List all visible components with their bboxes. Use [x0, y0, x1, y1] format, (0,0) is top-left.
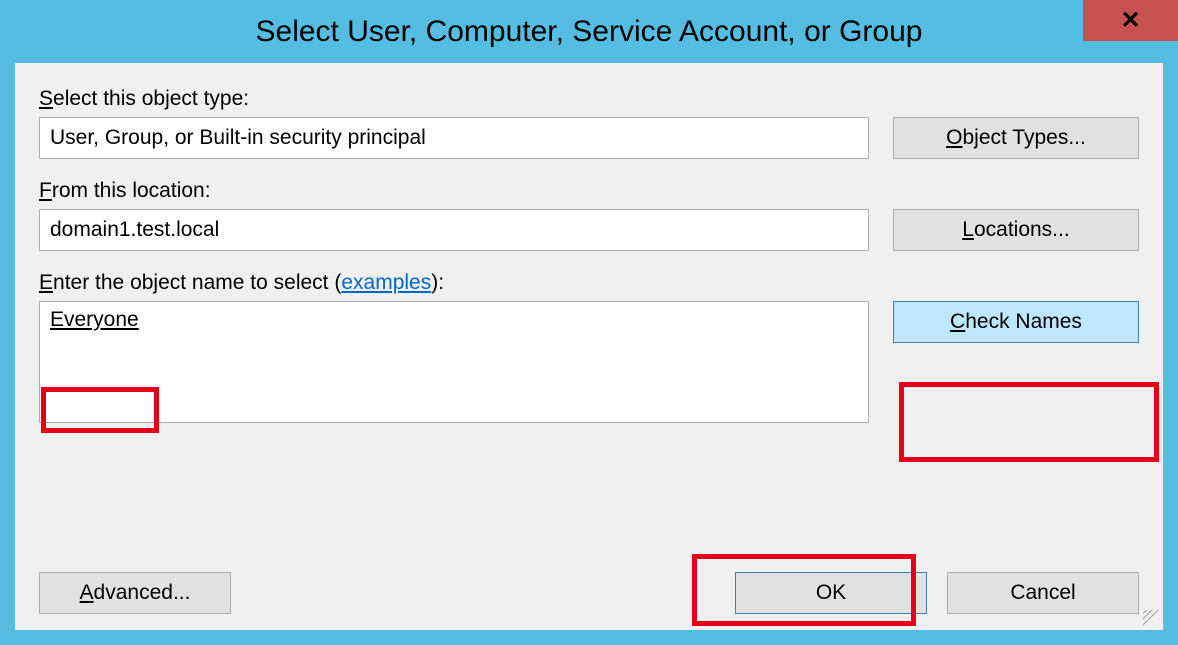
- object-type-field: User, Group, or Built-in security princi…: [39, 117, 869, 159]
- check-names-button[interactable]: Check Names: [893, 301, 1139, 343]
- close-button[interactable]: ✕: [1083, 0, 1178, 41]
- resolved-object-name: Everyone: [50, 308, 139, 331]
- close-icon: ✕: [1120, 6, 1140, 35]
- advanced-button[interactable]: Advanced...: [39, 572, 231, 614]
- location-field: domain1.test.local: [39, 209, 869, 251]
- object-type-value: User, Group, or Built-in security princi…: [50, 126, 426, 150]
- location-label: From this location:: [39, 179, 1139, 203]
- locations-button[interactable]: Locations...: [893, 209, 1139, 251]
- object-name-input[interactable]: Everyone: [39, 301, 869, 423]
- button-row: Advanced... OK Cancel: [39, 572, 1139, 614]
- object-type-label: Select this object type:: [39, 87, 1139, 111]
- object-types-button[interactable]: Object Types...: [893, 117, 1139, 159]
- object-name-label: Enter the object name to select (example…: [39, 271, 1139, 295]
- window-title: Select User, Computer, Service Account, …: [0, 15, 1178, 49]
- dialog-window: Select User, Computer, Service Account, …: [0, 0, 1178, 645]
- examples-link[interactable]: examples: [341, 271, 431, 294]
- ok-button[interactable]: OK: [735, 572, 927, 614]
- dialog-client-area: Select this object type: User, Group, or…: [15, 63, 1163, 630]
- location-value: domain1.test.local: [50, 218, 219, 242]
- resize-grip-icon[interactable]: [1143, 610, 1161, 628]
- cancel-button[interactable]: Cancel: [947, 572, 1139, 614]
- title-bar: Select User, Computer, Service Account, …: [0, 0, 1178, 63]
